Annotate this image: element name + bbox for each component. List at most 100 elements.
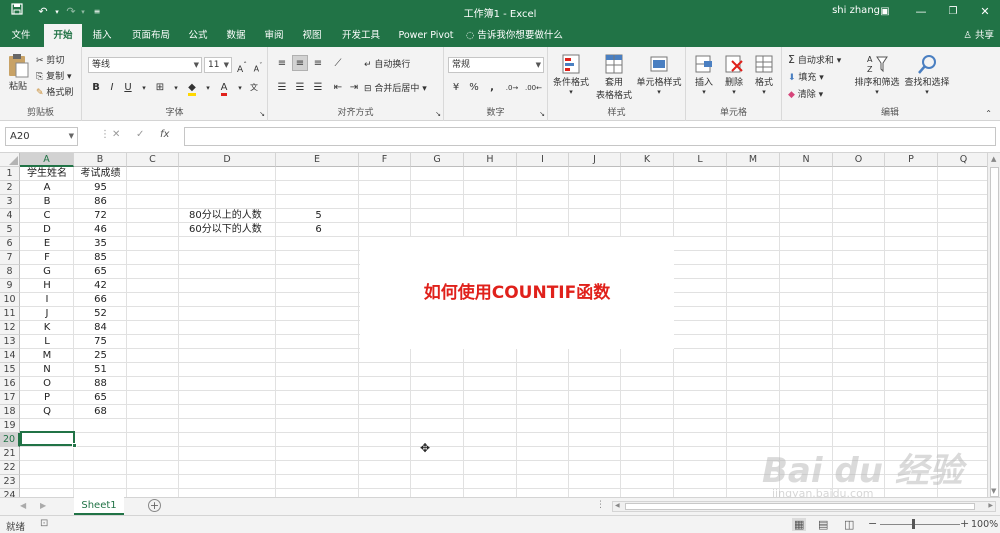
row-header-24[interactable]: 24	[0, 489, 20, 497]
exam-score-cell[interactable]: 42	[74, 279, 127, 293]
tab-split-icon[interactable]: ⋮	[596, 500, 605, 510]
paste-button[interactable]: 粘贴	[6, 53, 30, 92]
share-button[interactable]: ♙ 共享	[963, 24, 994, 47]
column-header-f[interactable]: F	[359, 153, 411, 167]
horizontal-scroll-thumb[interactable]	[625, 503, 975, 510]
zoom-in-icon[interactable]: +	[960, 517, 969, 530]
italic-button[interactable]: I	[104, 79, 120, 95]
row-header-20[interactable]: 20	[0, 433, 20, 447]
student-name-cell[interactable]: H	[20, 279, 74, 293]
collapse-ribbon-icon[interactable]: ⌃	[985, 109, 992, 118]
normal-view-icon[interactable]: ▦	[792, 518, 807, 531]
tab-review[interactable]: 审阅	[258, 24, 290, 47]
exam-score-cell[interactable]: 46	[74, 223, 127, 237]
scroll-up-icon[interactable]: ▲	[991, 155, 996, 163]
copy-button[interactable]: ⎘ 复制 ▾	[36, 69, 71, 82]
row-header-12[interactable]: 12	[0, 321, 20, 335]
row-header-22[interactable]: 22	[0, 461, 20, 475]
increase-indent-icon[interactable]: ⇥	[346, 79, 362, 95]
tell-me-search[interactable]: ◌ 告诉我你想要做什么	[466, 24, 576, 47]
tab-formulas[interactable]: 公式	[182, 24, 214, 47]
prev-sheet-icon[interactable]: ◀	[20, 501, 26, 510]
font-dialog-launcher-icon[interactable]: ↘	[259, 110, 265, 118]
worksheet-grid[interactable]: ABCDEFGHIJKLMNOPQ 1 2 3 4 5 6 7 8 9 10 11 12 13 14 15 1…	[0, 153, 1000, 497]
horizontal-scrollbar[interactable]: ◀ ▶	[612, 501, 996, 512]
percent-icon[interactable]: %	[466, 79, 482, 95]
summary-label-below-60[interactable]: 60分以下的人数	[189, 223, 279, 237]
comma-icon[interactable]: ,	[484, 79, 500, 95]
exam-score-cell[interactable]: 75	[74, 335, 127, 349]
cancel-icon[interactable]: ✕	[112, 129, 120, 140]
student-name-cell[interactable]: G	[20, 265, 74, 279]
merge-center-button[interactable]: ⊟ 合并后居中 ▾	[364, 81, 427, 94]
grow-font-icon[interactable]: Aˆ	[234, 57, 250, 75]
row-header-4[interactable]: 4	[0, 209, 20, 223]
column-header-o[interactable]: O	[833, 153, 885, 167]
row-header-17[interactable]: 17	[0, 391, 20, 405]
exam-score-cell[interactable]: 66	[74, 293, 127, 307]
header-exam-score[interactable]: 考试成绩	[74, 167, 127, 181]
phonetic-icon[interactable]: 文	[246, 79, 262, 95]
row-header-9[interactable]: 9	[0, 279, 20, 293]
student-name-cell[interactable]: L	[20, 335, 74, 349]
tab-home[interactable]: 开始	[44, 24, 82, 47]
fill-button[interactable]: ⬇ 填充 ▾	[788, 70, 824, 83]
row-header-19[interactable]: 19	[0, 419, 20, 433]
decrease-indent-icon[interactable]: ⇤	[330, 79, 346, 95]
student-name-cell[interactable]: O	[20, 377, 74, 391]
column-header-a[interactable]: A	[20, 153, 74, 167]
tab-power-pivot[interactable]: Power Pivot	[394, 24, 458, 47]
column-header-e[interactable]: E	[276, 153, 359, 167]
column-header-p[interactable]: P	[885, 153, 938, 167]
select-all-corner[interactable]	[0, 153, 20, 167]
page-break-view-icon[interactable]: ◫	[844, 518, 854, 531]
column-header-q[interactable]: Q	[938, 153, 990, 167]
wrap-text-button[interactable]: ↵ 自动换行	[364, 57, 410, 70]
exam-score-cell[interactable]: 65	[74, 391, 127, 405]
font-size-select[interactable]: 11 ▼	[204, 57, 232, 73]
align-top-icon[interactable]: ≡	[274, 55, 290, 71]
page-layout-view-icon[interactable]: ▤	[818, 518, 828, 531]
number-dialog-launcher-icon[interactable]: ↘	[539, 110, 545, 118]
zoom-slider-thumb[interactable]	[912, 519, 915, 529]
exam-score-cell[interactable]: 85	[74, 251, 127, 265]
student-name-cell[interactable]: A	[20, 181, 74, 195]
border-dropdown-icon[interactable]: ▾	[168, 79, 184, 95]
scroll-left-icon[interactable]: ◀	[615, 502, 620, 509]
row-header-1[interactable]: 1	[0, 167, 20, 181]
tab-page-layout[interactable]: 页面布局	[124, 24, 178, 47]
tab-insert[interactable]: 插入	[86, 24, 118, 47]
row-header-7[interactable]: 7	[0, 251, 20, 265]
add-sheet-icon[interactable]: +	[148, 499, 161, 512]
student-name-cell[interactable]: C	[20, 209, 74, 223]
exam-score-cell[interactable]: 35	[74, 237, 127, 251]
student-name-cell[interactable]: J	[20, 307, 74, 321]
fill-handle[interactable]	[72, 443, 77, 448]
tab-data[interactable]: 数据	[220, 24, 252, 47]
row-header-8[interactable]: 8	[0, 265, 20, 279]
column-header-n[interactable]: N	[780, 153, 833, 167]
summary-value-above-80[interactable]: 5	[277, 209, 360, 223]
title-textbox[interactable]: 如何使用COUNTIF函数	[360, 237, 674, 349]
fill-color-dropdown-icon[interactable]: ▾	[200, 79, 216, 95]
sheet-tab-sheet1[interactable]: Sheet1	[74, 497, 124, 515]
student-name-cell[interactable]: Q	[20, 405, 74, 419]
student-name-cell[interactable]: P	[20, 391, 74, 405]
column-header-m[interactable]: M	[727, 153, 780, 167]
row-header-11[interactable]: 11	[0, 307, 20, 321]
underline-button[interactable]: U	[120, 79, 136, 95]
row-header-15[interactable]: 15	[0, 363, 20, 377]
currency-icon[interactable]: ¥	[448, 79, 464, 95]
conditional-format-button[interactable]: 条件格式 ▾	[550, 53, 592, 96]
scroll-down-icon[interactable]: ▼	[991, 487, 996, 495]
row-header-18[interactable]: 18	[0, 405, 20, 419]
exam-score-cell[interactable]: 88	[74, 377, 127, 391]
increase-decimal-icon[interactable]: .0→	[504, 79, 520, 95]
vertical-scrollbar[interactable]: ▲ ▼	[987, 153, 1000, 497]
macro-record-icon[interactable]: ⊡	[40, 518, 48, 529]
zoom-level[interactable]: 100%	[971, 519, 998, 530]
exam-score-cell[interactable]: 65	[74, 265, 127, 279]
find-select-button[interactable]: 查找和选择 ▾	[902, 53, 952, 96]
student-name-cell[interactable]: I	[20, 293, 74, 307]
column-header-d[interactable]: D	[179, 153, 276, 167]
